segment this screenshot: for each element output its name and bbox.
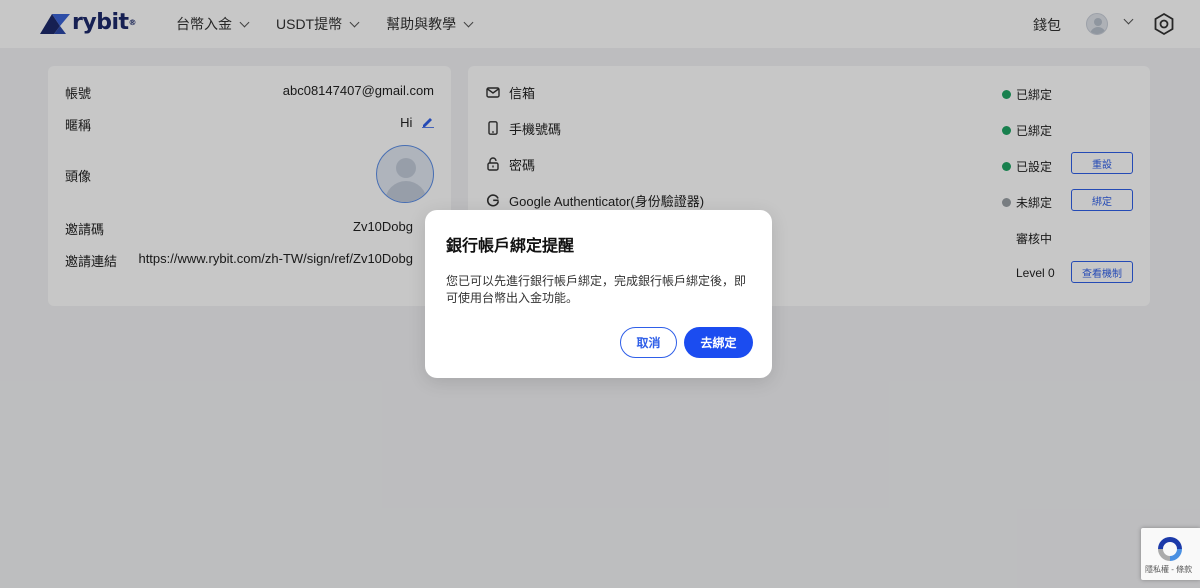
recaptcha-badge[interactable]: 隱私權 - 條款 [1141, 528, 1200, 580]
recaptcha-icon [1158, 537, 1182, 561]
go-bind-button[interactable]: 去綁定 [684, 327, 753, 358]
modal-body: 您已可以先進行銀行帳戶綁定，完成銀行帳戶綁定後，即可使用台幣出入金功能。 [446, 274, 747, 305]
modal-title: 銀行帳戶綁定提醒 [446, 238, 575, 255]
recaptcha-links[interactable]: 隱私權 - 條款 [1145, 564, 1192, 575]
cancel-button[interactable]: 取消 [620, 327, 677, 358]
bank-binding-modal: 銀行帳戶綁定提醒 您已可以先進行銀行帳戶綁定，完成銀行帳戶綁定後，即可使用台幣出… [425, 210, 772, 378]
